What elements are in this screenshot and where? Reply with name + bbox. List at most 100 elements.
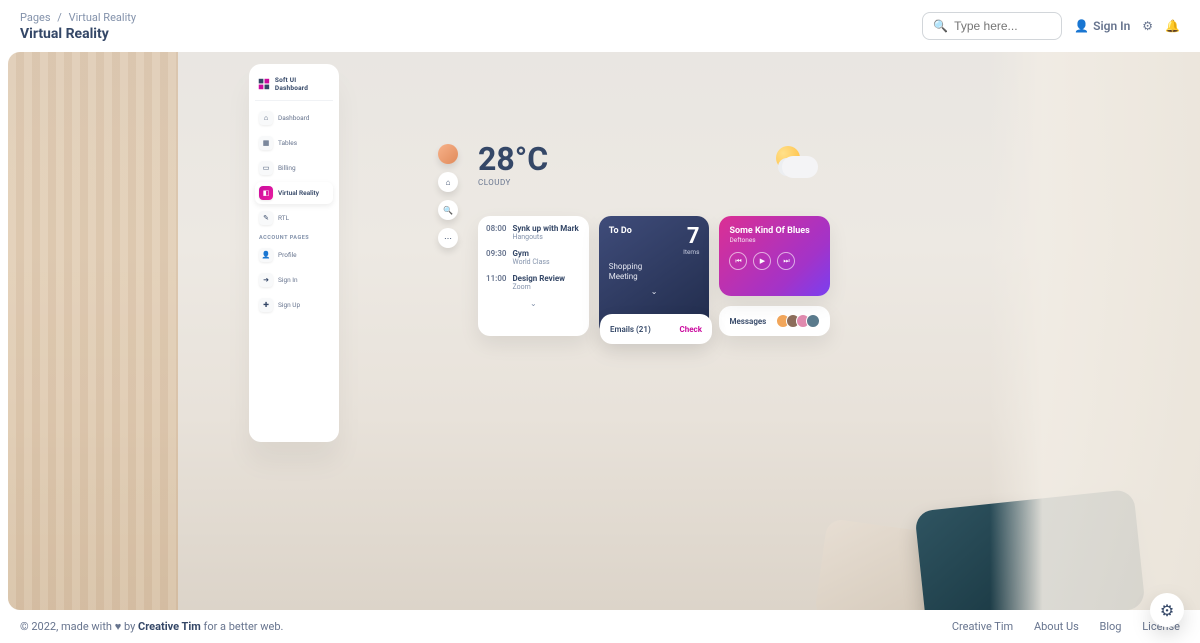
sidebar-section-label: ACCOUNT PAGES: [259, 235, 333, 241]
todo-expand[interactable]: ⌄: [609, 287, 700, 296]
music-controls: ⏮ ▶ ⏭: [729, 252, 820, 270]
vr-action-col: ⌂ 🔍 ⋯: [438, 144, 458, 248]
emails-check-link[interactable]: Check: [680, 325, 702, 334]
footer-link-blog[interactable]: Blog: [1100, 620, 1122, 633]
sidebar-item-signin[interactable]: ➜ Sign In: [255, 269, 333, 291]
schedule-row[interactable]: 11:00 Design ReviewZoom: [486, 274, 581, 291]
music-card: Some Kind Of Blues Deftones ⏮ ▶ ⏭: [719, 216, 830, 296]
sidebar-item-label: Virtual Reality: [278, 189, 319, 197]
prev-button[interactable]: ⏮: [729, 252, 747, 270]
schedule-time: 08:00: [486, 224, 506, 241]
emails-card[interactable]: Emails (21) Check: [600, 314, 712, 344]
music-artist: Deftones: [729, 236, 820, 244]
sidebar-item-label: Sign In: [278, 276, 298, 284]
sidebar-item-virtual-reality[interactable]: ◧ Virtual Reality: [255, 182, 333, 204]
sidebar-item-dashboard[interactable]: ⌂ Dashboard: [255, 107, 333, 129]
breadcrumb-current: Virtual Reality: [69, 11, 136, 24]
todo-title: To Do: [609, 226, 632, 236]
schedule-title: Gym: [512, 249, 549, 258]
right-column: Some Kind Of Blues Deftones ⏮ ▶ ⏭ Messag…: [719, 216, 830, 336]
messages-label: Messages: [729, 317, 766, 326]
decor-pillow-dark: [914, 489, 1145, 610]
page-title: Virtual Reality: [20, 26, 136, 42]
rtl-icon: ✎: [259, 211, 273, 225]
vr-icon: ◧: [259, 186, 273, 200]
schedule-sub: Zoom: [512, 283, 565, 291]
footer-copyright: © 2022, made with ♥ by Creative Tim for …: [20, 620, 283, 633]
weather-icon: [768, 144, 818, 184]
avatar-icon: [806, 314, 820, 328]
footer-link-creative-tim[interactable]: Creative Tim: [952, 620, 1013, 633]
sidebar-item-tables[interactable]: ▦ Tables: [255, 132, 333, 154]
settings-fab[interactable]: ⚙: [1150, 593, 1184, 627]
sidebar-nav: ⌂ Dashboard ▦ Tables ▭ Billing ◧ Virtual Rea…: [255, 107, 333, 316]
breadcrumb-root[interactable]: Pages: [20, 11, 51, 24]
topbar: Pages / Virtual Reality Virtual Reality …: [0, 0, 1200, 52]
brand[interactable]: Soft UI Dashboard: [255, 72, 333, 101]
schedule-expand[interactable]: ⌄: [486, 299, 581, 308]
sidebar-item-label: Sign Up: [278, 301, 300, 309]
messages-avatars: [776, 314, 820, 328]
emails-label: Emails (21): [610, 325, 651, 334]
todo-items-label: Items: [683, 248, 699, 256]
breadcrumb-sep: /: [57, 11, 62, 24]
sidebar-item-label: Dashboard: [278, 114, 309, 122]
signin-link[interactable]: 👤 Sign In: [1074, 19, 1130, 33]
sidebar-item-label: Tables: [278, 139, 297, 147]
sidebar-item-label: RTL: [278, 214, 289, 222]
play-button[interactable]: ▶: [753, 252, 771, 270]
sidebar-item-label: Profile: [278, 251, 297, 259]
footer-brand[interactable]: Creative Tim: [138, 620, 201, 633]
signin-label: Sign In: [1093, 19, 1130, 33]
bell-icon[interactable]: 🔔: [1165, 19, 1180, 33]
sidebar-item-billing[interactable]: ▭ Billing: [255, 157, 333, 179]
breadcrumb: Pages / Virtual Reality: [20, 11, 136, 24]
schedule-title: Design Review: [512, 274, 565, 283]
user-icon: 👤: [1074, 19, 1089, 33]
todo-header: To Do 7 Items: [609, 226, 700, 256]
search-icon: 🔍: [933, 19, 948, 33]
schedule-row[interactable]: 09:30 GymWorld Class: [486, 249, 581, 266]
music-song: Some Kind Of Blues: [729, 226, 820, 236]
gear-icon[interactable]: ⚙: [1142, 19, 1153, 33]
sidebar-item-signup[interactable]: ✚Sign Up: [255, 294, 333, 316]
sidebar-item-profile[interactable]: 👤 Profile: [255, 244, 333, 266]
messages-card[interactable]: Messages: [719, 306, 830, 336]
footer-links: Creative Tim About Us Blog License: [934, 620, 1180, 633]
tables-icon: ▦: [259, 136, 273, 150]
schedule-row[interactable]: 08:00 Synk up with MarkHangouts: [486, 224, 581, 241]
profile-icon: 👤: [259, 248, 273, 262]
schedule-time: 11:00: [486, 274, 506, 291]
brand-text: Soft UI Dashboard: [275, 76, 331, 92]
sidebar: Soft UI Dashboard ⌂ Dashboard ▦ Tables ▭ Bi…: [249, 64, 339, 442]
more-button[interactable]: ⋯: [438, 228, 458, 248]
schedule-time: 09:30: [486, 249, 506, 266]
sidebar-item-rtl[interactable]: ✎ RTL: [255, 207, 333, 229]
temperature: 28°C: [478, 140, 548, 178]
footer-text: © 2022, made with: [20, 620, 115, 633]
avatar[interactable]: [438, 144, 458, 164]
schedule-sub: Hangouts: [512, 233, 578, 241]
weather-widget: 28°C CLOUDY: [478, 140, 548, 187]
dashboard-icon: ⌂: [259, 111, 273, 125]
home-button[interactable]: ⌂: [438, 172, 458, 192]
gear-icon: ⚙: [1160, 601, 1174, 620]
billing-icon: ▭: [259, 161, 273, 175]
schedule-sub: World Class: [512, 258, 549, 266]
brand-icon: [257, 77, 271, 91]
search-button[interactable]: 🔍: [438, 200, 458, 220]
todo-count: 7: [683, 226, 699, 248]
schedule-title: Synk up with Mark: [512, 224, 578, 233]
schedule-card: 08:00 Synk up with MarkHangouts 09:30 Gy…: [478, 216, 589, 336]
next-button[interactable]: ⏭: [777, 252, 795, 270]
search-input[interactable]: [954, 19, 1051, 33]
breadcrumb-wrap: Pages / Virtual Reality Virtual Reality: [20, 11, 136, 42]
weather-condition: CLOUDY: [478, 178, 548, 187]
footer-text: by: [121, 620, 138, 633]
sidebar-item-label: Billing: [278, 164, 296, 172]
search-box[interactable]: 🔍: [922, 12, 1062, 40]
footer-link-about[interactable]: About Us: [1034, 620, 1079, 633]
top-right: 🔍 👤 Sign In ⚙ 🔔: [922, 12, 1180, 40]
signin-icon: ➜: [259, 273, 273, 287]
footer: © 2022, made with ♥ by Creative Tim for …: [0, 610, 1200, 643]
